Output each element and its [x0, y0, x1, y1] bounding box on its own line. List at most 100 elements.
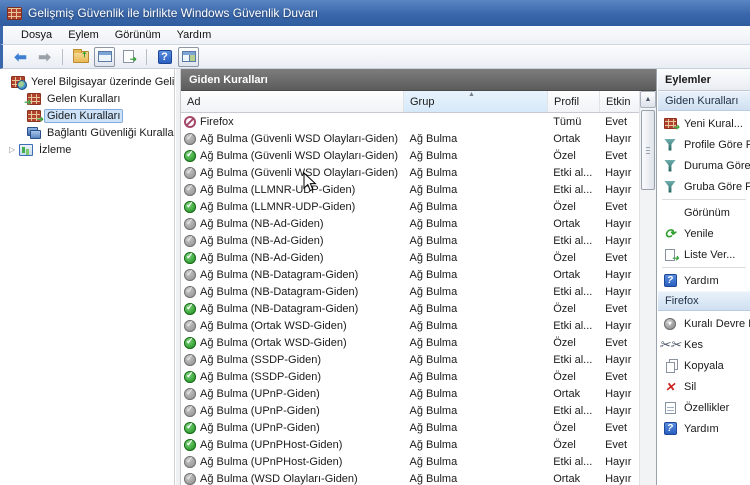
- column-header-ad[interactable]: Ad: [181, 91, 404, 112]
- sidebar-item-gelen-kurallari[interactable]: Gelen Kuralları: [3, 90, 174, 108]
- firewall-globe-icon: [11, 75, 27, 90]
- table-row[interactable]: Ağ Bulma (Güvenli WSD Olayları-Giden) Ağ…: [181, 147, 639, 164]
- toolbar-separator: [62, 48, 63, 65]
- rule-disabled-icon: [184, 353, 196, 366]
- action-item[interactable]: Yenile: [658, 223, 750, 244]
- table-row[interactable]: Ağ Bulma (UPnP-Giden) Ağ Bulma Etki al..…: [181, 402, 639, 419]
- separator: [662, 199, 746, 200]
- forward-icon[interactable]: ➡: [34, 47, 55, 67]
- connection-security-icon: [27, 126, 41, 139]
- separator: [662, 267, 746, 268]
- export-list-icon[interactable]: [118, 47, 139, 67]
- rule-disabled-icon: [184, 166, 196, 179]
- filter-icon: [664, 159, 676, 172]
- rule-disabled-icon: [184, 455, 196, 468]
- tree-root[interactable]: Yerel Bilgisayar üzerinde Gelişm: [3, 73, 174, 90]
- rules-list: Firefox Tümü Evet Ağ Bulma (Güvenli WSD …: [181, 113, 639, 485]
- back-icon[interactable]: ⬅: [10, 47, 31, 67]
- vertical-scrollbar[interactable]: ▲: [639, 91, 656, 485]
- column-header-profil[interactable]: Profil: [548, 91, 600, 112]
- action-section-header[interactable]: Firefox: [658, 291, 750, 311]
- expander-icon[interactable]: ▷: [9, 145, 19, 154]
- column-header-row: Ad Grup ▲ Profil Etkin: [181, 91, 656, 113]
- rule-disabled-icon: [184, 387, 196, 400]
- column-header-grup[interactable]: Grup ▲: [404, 91, 548, 112]
- table-row[interactable]: Ağ Bulma (NB-Datagram-Giden) Ağ Bulma Et…: [181, 283, 639, 300]
- up-folder-icon[interactable]: [70, 47, 91, 67]
- rule-disabled-icon: [184, 217, 196, 230]
- actions-header: Eylemler: [658, 69, 750, 91]
- table-row[interactable]: Ağ Bulma (NB-Ad-Giden) Ağ Bulma Etki al.…: [181, 232, 639, 249]
- table-row[interactable]: Ağ Bulma (WSD Olayları-Giden) Ağ Bulma O…: [181, 470, 639, 485]
- action-item[interactable]: Sil: [658, 376, 750, 397]
- disable-rule-icon: [664, 317, 676, 330]
- firewall-app-icon: [7, 6, 22, 20]
- menu-eylem[interactable]: Eylem: [60, 27, 107, 43]
- table-row[interactable]: Ağ Bulma (LLMNR-UDP-Giden) Ağ Bulma Özel…: [181, 198, 639, 215]
- filter-icon: [664, 138, 676, 151]
- table-row[interactable]: Ağ Bulma (NB-Datagram-Giden) Ağ Bulma Or…: [181, 266, 639, 283]
- action-item[interactable]: Özellikler: [658, 397, 750, 418]
- menu-gorunum[interactable]: Görünüm: [107, 27, 169, 43]
- table-row[interactable]: Ağ Bulma (UPnP-Giden) Ağ Bulma Özel Evet: [181, 419, 639, 436]
- rule-disabled-icon: [184, 268, 196, 281]
- delete-icon: [665, 380, 675, 394]
- help-icon: [663, 422, 677, 435]
- title-bar[interactable]: Gelişmiş Güvenlik ile birlikte Windows G…: [0, 0, 750, 26]
- table-row[interactable]: Ağ Bulma (Ortak WSD-Giden) Ağ Bulma Etki…: [181, 317, 639, 334]
- action-section: Giden Kuralları Yeni Kural... Profile Gö…: [658, 91, 750, 291]
- rule-disabled-icon: [184, 132, 196, 145]
- scroll-up-icon[interactable]: ▲: [640, 91, 656, 108]
- table-row[interactable]: Ağ Bulma (Ortak WSD-Giden) Ağ Bulma Özel…: [181, 334, 639, 351]
- table-row[interactable]: Ağ Bulma (UPnP-Giden) Ağ Bulma Ortak Hay…: [181, 385, 639, 402]
- rule-enabled-icon: [184, 438, 196, 451]
- sidebar-item-baglanti-guvenligi[interactable]: Bağlantı Güvenliği Kuralları: [3, 124, 174, 141]
- table-row[interactable]: Ağ Bulma (SSDP-Giden) Ağ Bulma Özel Evet: [181, 368, 639, 385]
- table-row[interactable]: Firefox Tümü Evet: [181, 113, 639, 130]
- properties-icon: [664, 401, 676, 414]
- sort-ascending-icon: ▲: [468, 91, 475, 98]
- table-row[interactable]: Ağ Bulma (NB-Datagram-Giden) Ağ Bulma Öz…: [181, 300, 639, 317]
- table-row[interactable]: Ağ Bulma (Güvenli WSD Olayları-Giden) Ağ…: [181, 130, 639, 147]
- scrollbar-thumb[interactable]: [641, 110, 655, 190]
- action-section: Firefox Kuralı Devre Dı ✂ Kes Kopyala Si…: [658, 291, 750, 439]
- rule-enabled-icon: [184, 421, 196, 434]
- sidebar-item-giden-kurallari[interactable]: Giden Kuralları: [3, 107, 174, 125]
- menu-bar: Dosya Eylem Görünüm Yardım: [0, 26, 750, 45]
- action-item[interactable]: Liste Ver...: [658, 244, 750, 265]
- action-item[interactable]: Görünüm: [658, 202, 750, 223]
- action-item[interactable]: Yardım: [658, 418, 750, 439]
- action-section-header[interactable]: Giden Kuralları: [658, 91, 750, 111]
- action-item[interactable]: Profile Göre Fil: [658, 134, 750, 155]
- action-item[interactable]: Yeni Kural...: [658, 113, 750, 134]
- refresh-icon: [665, 226, 676, 242]
- action-item[interactable]: Yardım: [658, 270, 750, 291]
- menu-dosya[interactable]: Dosya: [13, 27, 60, 43]
- inbound-rules-icon: [24, 92, 41, 108]
- table-row[interactable]: Ağ Bulma (UPnPHost-Giden) Ağ Bulma Özel …: [181, 436, 639, 453]
- table-row[interactable]: Ağ Bulma (SSDP-Giden) Ağ Bulma Etki al..…: [181, 351, 639, 368]
- action-item[interactable]: Kuralı Devre Dı: [658, 313, 750, 334]
- action-item[interactable]: Kopyala: [658, 355, 750, 376]
- action-item[interactable]: Gruba Göre Filt: [658, 176, 750, 197]
- rule-disabled-icon: [184, 285, 196, 298]
- action-item[interactable]: Duruma Göre F: [658, 155, 750, 176]
- column-header-etkin[interactable]: Etkin: [600, 91, 640, 112]
- new-rule-icon: [663, 118, 680, 133]
- table-row[interactable]: Ağ Bulma (Güvenli WSD Olayları-Giden) Ağ…: [181, 164, 639, 181]
- cut-icon: ✂: [659, 337, 681, 353]
- action-item[interactable]: ✂ Kes: [658, 334, 750, 355]
- table-row[interactable]: Ağ Bulma (NB-Ad-Giden) Ağ Bulma Özel Eve…: [181, 249, 639, 266]
- sidebar-item-izleme[interactable]: ▷ İzleme: [3, 141, 174, 158]
- action-pane-toggle-icon[interactable]: [178, 46, 199, 67]
- console-tree-toggle-icon[interactable]: [94, 46, 115, 67]
- table-row[interactable]: Ağ Bulma (NB-Ad-Giden) Ağ Bulma Ortak Ha…: [181, 215, 639, 232]
- table-row[interactable]: Ağ Bulma (LLMNR-UDP-Giden) Ağ Bulma Etki…: [181, 181, 639, 198]
- menu-yardim[interactable]: Yardım: [169, 27, 220, 43]
- rule-disabled-icon: [184, 472, 196, 485]
- rule-enabled-icon: [184, 336, 196, 349]
- help-icon[interactable]: ?: [154, 47, 175, 67]
- toolbar-separator: [146, 48, 147, 65]
- table-row[interactable]: Ağ Bulma (UPnPHost-Giden) Ağ Bulma Etki …: [181, 453, 639, 470]
- rules-list-panel: Giden Kuralları Ad Grup ▲ Profil Etkin F…: [181, 69, 657, 485]
